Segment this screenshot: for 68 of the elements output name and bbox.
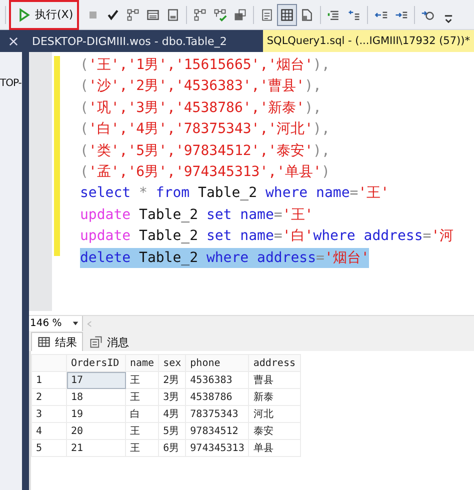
column-header[interactable]: name — [126, 354, 159, 372]
table-cell: 王 — [126, 372, 159, 388]
table-cell: 974345313 — [186, 440, 249, 456]
window-icon — [146, 8, 160, 22]
table-cell: 21 — [66, 440, 126, 456]
row-number: 5 — [32, 440, 66, 456]
code-line: ('巩','3男','4538786','新泰'), — [80, 98, 322, 118]
message-icon — [89, 335, 103, 349]
database-icon — [233, 8, 248, 22]
table-cell: 4536383 — [186, 372, 249, 388]
table-cell: 2男 — [158, 372, 186, 388]
text-document-icon — [260, 8, 274, 22]
grid-icon — [280, 8, 294, 22]
document-tab[interactable]: SQLQuery1.sql - (...IGMIII\17932 (57))* — [262, 30, 474, 52]
results-tab[interactable]: 结果 — [31, 332, 83, 351]
table-cell: 王 — [126, 440, 159, 456]
code-line: ('类','5男','97834512','泰安'), — [80, 142, 330, 161]
table-cell: 20 — [66, 422, 126, 440]
table-cell: 泰安 — [248, 422, 300, 440]
column-header[interactable]: OrdersID — [66, 354, 126, 372]
table-cell: 5男 — [158, 422, 186, 440]
header-cell — [32, 354, 66, 372]
table-cell: 白 — [126, 406, 159, 422]
code-line: ('王','1男','15615665','烟台'), — [80, 56, 330, 75]
table-cell: 3男 — [158, 388, 186, 406]
page-icon — [166, 8, 180, 22]
table-cell: 19 — [66, 406, 126, 422]
play-icon — [17, 8, 31, 22]
document-tab[interactable]: DESKTOP-DIGMIII.wos - dbo.Table_2 — [26, 30, 233, 52]
code-line: ('沙','2男','4536383','曹县'), — [80, 77, 322, 96]
code-line: ('白','4男','78375343','河北'), — [80, 120, 330, 140]
row-number: 4 — [32, 422, 66, 440]
overflow-icon — [444, 14, 453, 22]
tree-icon — [193, 8, 208, 22]
code-line: update Table_2 set name='王' — [80, 206, 314, 225]
comment-lines-icon — [347, 8, 362, 22]
table-cell: 新泰 — [248, 388, 300, 406]
code-line: ('孟','6男','974345313','单县') — [80, 162, 330, 182]
caret-icon — [72, 320, 79, 327]
table-cell: 4男 — [158, 406, 186, 422]
table-cell: 单县 — [248, 440, 300, 456]
tree-check-icon — [213, 8, 228, 22]
check-icon — [106, 8, 120, 22]
column-header[interactable]: sex — [158, 354, 186, 372]
table-cell: 王 — [126, 422, 159, 440]
zoom-dropdown[interactable]: 146 % — [29, 316, 83, 331]
grid-icon — [37, 335, 51, 349]
row-number: 2 — [32, 388, 66, 406]
panel-text: TOP- — [0, 78, 22, 89]
table-cell: 78375343 — [186, 406, 249, 422]
column-header[interactable]: address — [248, 354, 300, 372]
toolbar-button[interactable] — [277, 4, 298, 26]
code-line: select * from Table_2 where name='王' — [80, 184, 390, 204]
table-cell: 6男 — [158, 440, 186, 456]
table-cell: 王 — [126, 388, 159, 406]
table-cell: 曹县 — [248, 372, 300, 388]
table-cell: 4538786 — [186, 388, 249, 406]
tree-icon — [126, 8, 140, 22]
file-icon — [300, 8, 314, 22]
table-cell: 河北 — [248, 406, 300, 422]
table-cell: 97834512 — [186, 422, 249, 440]
row-number: 3 — [32, 406, 66, 422]
table-cell: 18 — [66, 388, 126, 406]
code-line: update Table_2 set name='白'where address='河 — [80, 227, 454, 246]
results-tab[interactable]: 消息 — [83, 332, 135, 351]
table-cell: 17 — [66, 372, 126, 388]
column-header[interactable]: phone — [186, 354, 249, 372]
execute-button[interactable]: 执行(X) — [9, 0, 80, 30]
